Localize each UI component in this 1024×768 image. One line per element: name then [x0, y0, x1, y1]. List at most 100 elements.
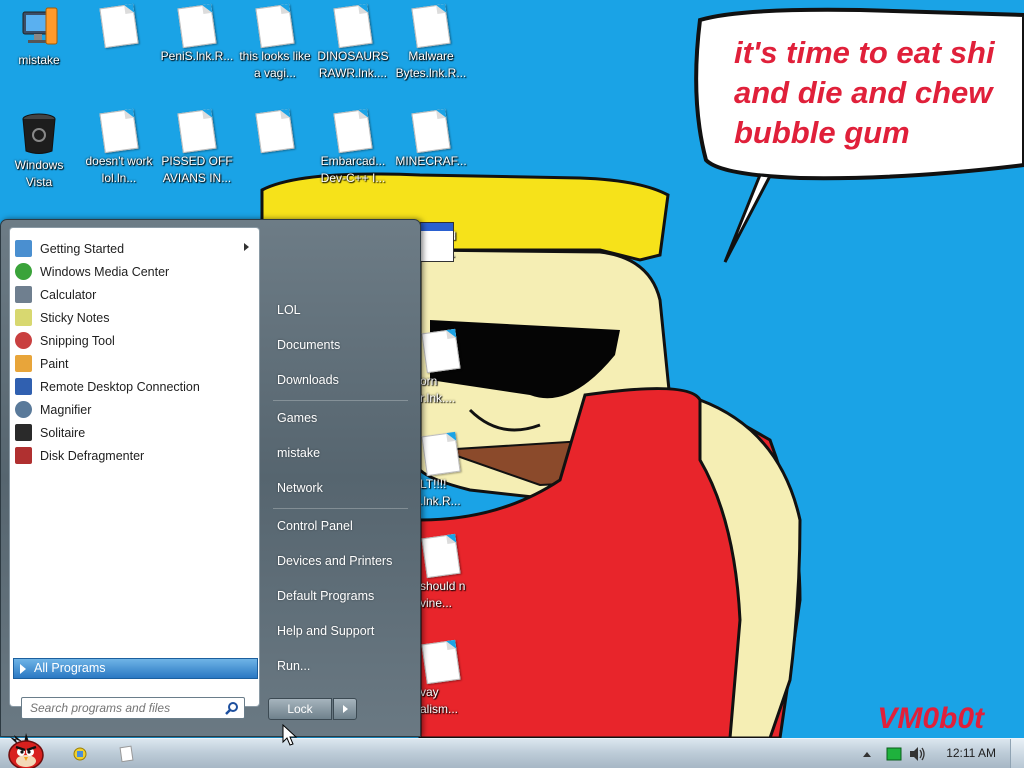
right-item-devices-and-printers[interactable]: Devices and Printers: [268, 546, 413, 576]
program-label: Remote Desktop Connection: [40, 379, 200, 394]
program-remote-desktop-connection[interactable]: Remote Desktop Connection: [10, 375, 259, 398]
right-item-run[interactable]: Run...: [268, 651, 413, 681]
program-getting-started[interactable]: Getting Started: [10, 237, 259, 260]
computer-icon: [19, 6, 59, 50]
cards-icon: [15, 424, 32, 441]
submenu-arrow-icon: [244, 243, 249, 251]
taskbar: 12:11 AM: [0, 733, 1024, 768]
program-label: Getting Started: [40, 241, 125, 256]
taskbar-app-1[interactable]: [64, 742, 96, 766]
program-windows-media-center[interactable]: Windows Media Center: [10, 260, 259, 283]
program-magnifier[interactable]: Magnifier: [10, 398, 259, 421]
desktop-icon-file[interactable]: MINECRAF...: [392, 105, 470, 170]
document-icon: [255, 108, 295, 154]
mouse-cursor-icon: [282, 724, 298, 746]
right-item-control-panel[interactable]: Control Panel: [268, 511, 413, 541]
program-label: Windows Media Center: [40, 264, 170, 279]
desktop-icon-file[interactable]: Embarcad... Dev-C++ I...: [314, 105, 392, 187]
speech-bubble-line-3: bubble gum: [734, 115, 910, 150]
start-button[interactable]: [4, 731, 46, 768]
sticky-notes-icon: [15, 309, 32, 326]
separator: [273, 400, 408, 401]
search-box[interactable]: [21, 697, 245, 719]
watermark-text: VM0b0t: [877, 702, 984, 735]
calculator-icon: [15, 286, 32, 303]
desktop-icon-label: Embarcad... Dev-C++ I...: [320, 154, 386, 185]
magnifier-icon: [15, 401, 32, 418]
desktop-icon-label: Windows Vista: [14, 158, 64, 189]
program-label: Solitaire: [40, 425, 86, 440]
start-menu-right-pane: LOL Documents Downloads Games mistake Ne…: [263, 220, 419, 738]
speech-bubble-line-2: and die and chew: [734, 75, 994, 110]
program-snipping-tool[interactable]: Snipping Tool: [10, 329, 259, 352]
show-desktop-button[interactable]: [1010, 739, 1024, 768]
document-icon: [333, 3, 373, 49]
separator: [273, 508, 408, 509]
program-label: Magnifier: [40, 402, 92, 417]
lock-options-arrow[interactable]: [333, 698, 357, 720]
document-icon: [411, 108, 451, 154]
sun-icon: [73, 747, 87, 761]
getting-started-icon: [15, 240, 32, 257]
volume-icon[interactable]: [908, 746, 926, 762]
paint-icon: [15, 355, 32, 372]
desktop-icon-label: MINECRAF...: [395, 154, 467, 168]
network-icon[interactable]: [886, 747, 902, 761]
right-item-help-and-support[interactable]: Help and Support: [268, 616, 413, 646]
right-item-lol[interactable]: LOL: [268, 295, 413, 325]
document-icon: [177, 108, 217, 154]
speech-bubble-line-1: it's time to eat shi: [734, 35, 996, 70]
recycle-bin-icon: [19, 111, 59, 155]
program-disk-defragmenter[interactable]: Disk Defragmenter: [10, 444, 259, 467]
desktop-icon-windows-vista[interactable]: Windows Vista: [0, 105, 78, 191]
search-input[interactable]: [30, 701, 210, 715]
program-paint[interactable]: Paint: [10, 352, 259, 375]
program-label: Disk Defragmenter: [40, 448, 145, 463]
document-icon: [421, 328, 461, 374]
document-icon: [333, 108, 373, 154]
document-icon: [99, 3, 139, 49]
start-menu: Getting Started Windows Media Center Cal…: [0, 219, 421, 737]
desktop-icon-label: doesn't work lol.ln...: [85, 154, 153, 185]
program-label: Sticky Notes: [40, 310, 110, 325]
desktop-icon-label: mistake: [18, 53, 60, 67]
desktop-icon-file[interactable]: doesn't work lol.ln...: [80, 105, 158, 187]
right-item-documents[interactable]: Documents: [268, 330, 413, 360]
lock-button[interactable]: Lock: [268, 698, 332, 720]
desktop-icon-file[interactable]: [80, 0, 158, 49]
desktop-icon-label: DINOSAURS RAWR.lnk....: [317, 49, 389, 80]
clock[interactable]: 12:11 AM: [946, 746, 996, 760]
programs-list: Getting Started Windows Media Center Cal…: [9, 227, 260, 670]
right-item-mistake[interactable]: mistake: [268, 438, 413, 468]
program-calculator[interactable]: Calculator: [10, 283, 259, 306]
document-icon: [255, 3, 295, 49]
program-solitaire[interactable]: Solitaire: [10, 421, 259, 444]
right-item-network[interactable]: Network: [268, 473, 413, 503]
program-label: Calculator: [40, 287, 97, 302]
search-icon[interactable]: [225, 701, 239, 715]
window-thumbnail: [420, 222, 454, 262]
document-icon: [177, 3, 217, 49]
right-item-games[interactable]: Games: [268, 403, 413, 433]
media-center-icon: [15, 263, 32, 280]
right-item-downloads[interactable]: Downloads: [268, 365, 413, 395]
document-icon: [421, 533, 461, 579]
all-programs-button[interactable]: All Programs: [13, 658, 258, 679]
desktop-icon-file[interactable]: PeniS.lnk.R...: [158, 0, 236, 65]
desktop-icon-label: this looks like a vagi...: [239, 49, 311, 80]
document-icon: [99, 108, 139, 154]
desktop-icon-file[interactable]: this looks like a vagi...: [236, 0, 314, 82]
show-hidden-icons-icon[interactable]: [862, 750, 872, 758]
desktop-icon-file[interactable]: Malware Bytes.lnk.R...: [392, 0, 470, 82]
taskbar-app-2[interactable]: [110, 742, 142, 766]
desktop-icon-file[interactable]: PISSED OFF AVIANS IN...: [158, 105, 236, 187]
desktop-icon-mistake[interactable]: mistake: [0, 0, 78, 69]
desktop-icon-file[interactable]: DINOSAURS RAWR.lnk....: [314, 0, 392, 82]
document-icon: [411, 3, 451, 49]
right-item-default-programs[interactable]: Default Programs: [268, 581, 413, 611]
desktop-icon-label: Malware Bytes.lnk.R...: [395, 49, 467, 80]
program-sticky-notes[interactable]: Sticky Notes: [10, 306, 259, 329]
defrag-icon: [15, 447, 32, 464]
desktop-icon-file[interactable]: [236, 105, 314, 154]
document-icon: [421, 431, 461, 477]
